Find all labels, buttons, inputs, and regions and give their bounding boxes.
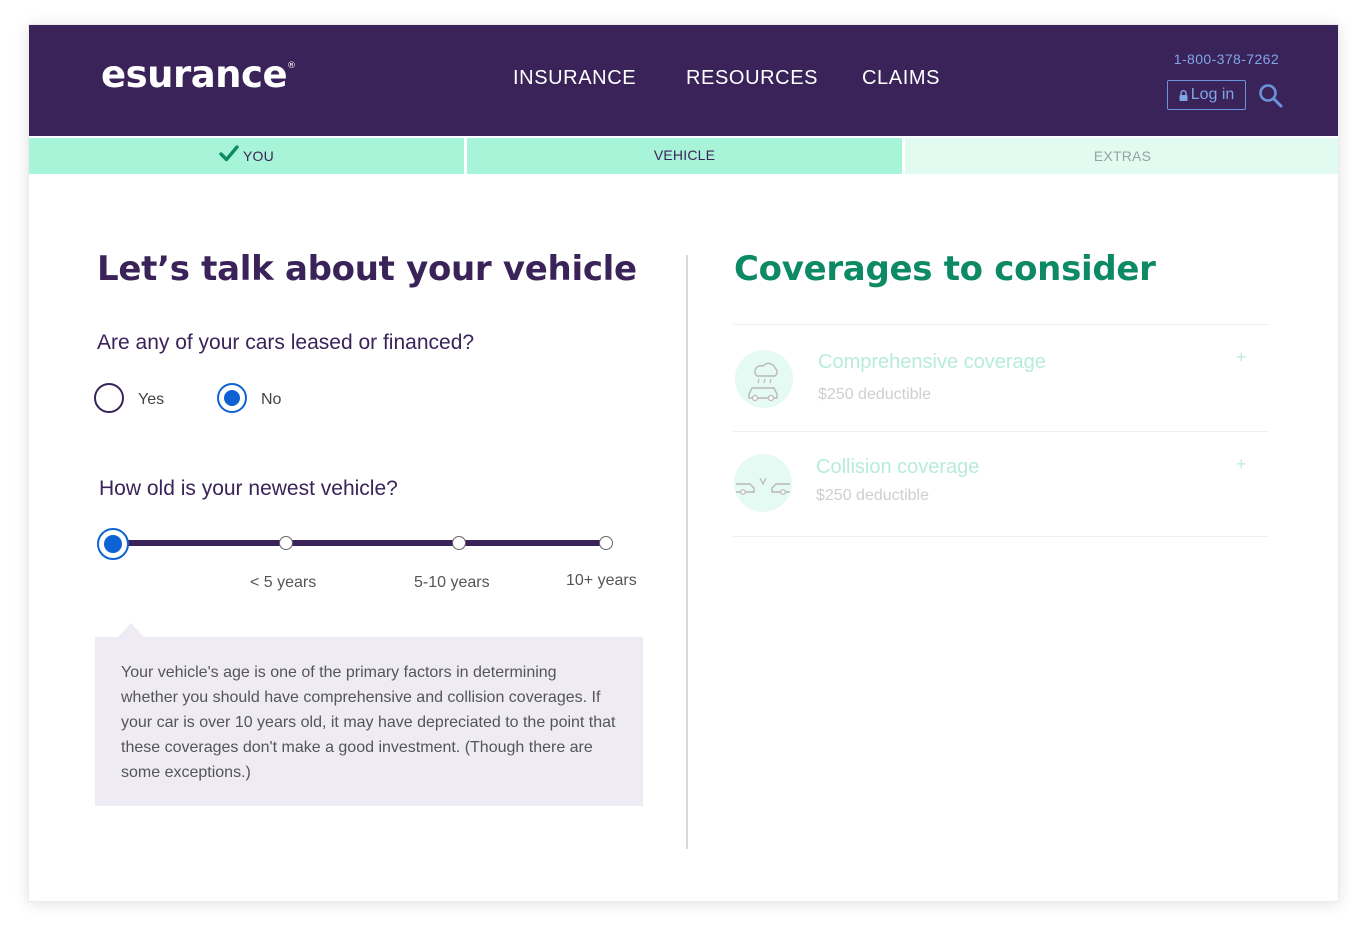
progress-steps: YOU VEHICLE EXTRAS [29,138,1338,174]
step-vehicle-label: VEHICLE [653,147,716,163]
nav-resources[interactable]: RESOURCES [686,67,818,90]
expand-comprehensive-icon[interactable]: + [1236,347,1247,368]
age-slider-stop-5-10[interactable] [452,536,466,550]
nav-claims[interactable]: CLAIMS [862,67,940,90]
coverage-icon-wrapper [735,350,793,408]
radio-yes-label[interactable]: Yes [138,391,164,409]
coverage-divider-bottom [733,536,1269,537]
radio-no-selected-dot [224,390,240,406]
info-box-pointer [118,623,144,637]
coverage-divider-top [733,324,1269,325]
leased-question: Are any of your cars leased or financed? [97,331,475,354]
page-frame: esurance® INSURANCE RESOURCES CLAIMS 1-8… [28,24,1339,902]
radio-yes[interactable] [94,383,124,413]
lock-icon [1179,89,1188,101]
logo-text: esurance [101,53,288,96]
esurance-logo[interactable]: esurance® [101,53,296,96]
storm-car-icon [748,362,778,402]
vehicle-age-question: How old is your newest vehicle? [99,477,398,500]
age-label-under-5[interactable]: < 5 years [250,574,316,592]
expand-collision-icon[interactable]: + [1236,454,1247,475]
site-header: esurance® INSURANCE RESOURCES CLAIMS 1-8… [29,25,1338,136]
age-slider-handle-fill [104,535,122,553]
radio-no[interactable] [217,383,247,413]
vehicle-age-info-box: Your vehicle's age is one of the primary… [95,637,643,806]
age-label-10-plus[interactable]: 10+ years [566,572,637,590]
step-vehicle[interactable]: VEHICLE [467,138,902,174]
step-extras-label: EXTRAS [1093,148,1152,164]
car-collision-icon [736,477,790,495]
column-divider [686,255,688,849]
step-you-label: YOU [243,148,274,164]
age-slider-handle[interactable] [97,528,129,560]
comprehensive-coverage-deductible: $250 deductible [818,386,931,403]
login-label: Log in [1190,86,1235,103]
step-extras[interactable]: EXTRAS [905,138,1338,174]
age-slider-stop-10-plus[interactable] [599,536,613,550]
logo-registered-mark: ® [287,61,296,71]
coverage-icon-wrapper [734,454,792,512]
nav-insurance[interactable]: INSURANCE [513,67,636,90]
radio-no-label[interactable]: No [261,391,281,409]
comprehensive-coverage-title[interactable]: Comprehensive coverage [818,351,1046,374]
age-label-5-10[interactable]: 5-10 years [414,574,490,592]
vehicle-section-title: Let’s talk about your vehicle [97,249,637,289]
collision-coverage-deductible: $250 deductible [816,487,929,504]
checkmark-icon [219,145,239,162]
login-button[interactable]: Log in [1167,80,1246,110]
phone-number[interactable]: 1-800-378-7262 [1174,51,1279,67]
search-icon[interactable] [1258,83,1284,109]
collision-coverage-title[interactable]: Collision coverage [816,456,979,479]
age-slider-stop-under-5[interactable] [279,536,293,550]
coverage-divider-middle [733,431,1269,432]
step-you[interactable]: YOU [29,138,464,174]
age-slider-track[interactable] [115,540,605,546]
coverages-title: Coverages to consider [734,249,1156,289]
